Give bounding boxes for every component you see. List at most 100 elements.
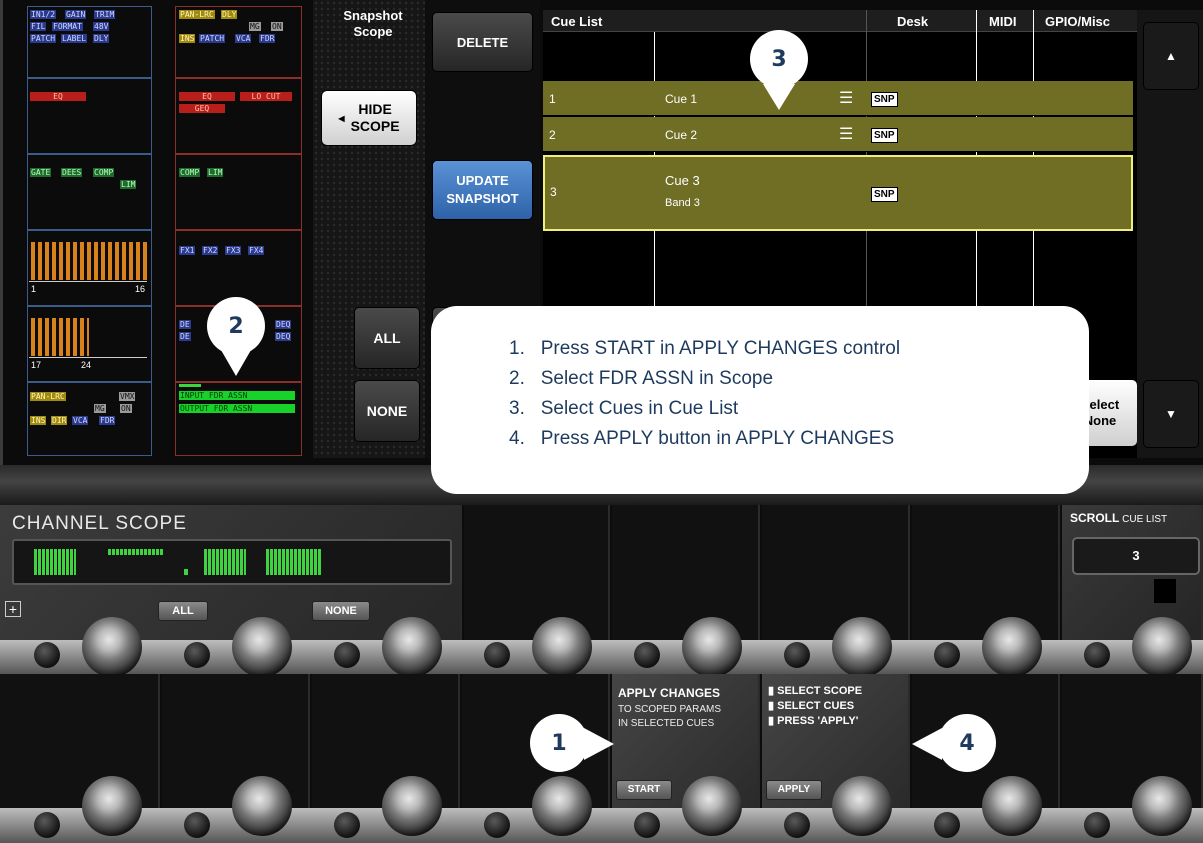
scope-tag-geq[interactable]: GEQ	[179, 104, 225, 113]
lower-knob-3[interactable]	[382, 776, 442, 836]
encoder-knob-3[interactable]	[382, 617, 442, 677]
scope-tag-deq-c[interactable]: DEQ	[275, 320, 292, 329]
scope-tag-locut[interactable]: LO CUT	[240, 92, 292, 101]
gpio-header: GPIO/Misc	[1045, 14, 1111, 29]
scope-tag-gain[interactable]: GAIN	[65, 10, 87, 19]
scope-tag-vca[interactable]: VCA	[235, 34, 252, 43]
scope-tag-patch2[interactable]: PATCH	[199, 34, 226, 43]
scope-tag-fil[interactable]: FIL	[30, 22, 47, 31]
apply-changes-line3: IN SELECTED CUES	[618, 718, 715, 729]
aux-bus-meters-17-24[interactable]	[31, 318, 89, 356]
scope-tag-dly2[interactable]: DLY	[221, 10, 238, 19]
aux-bus-meters[interactable]	[31, 242, 147, 280]
lower-button-4[interactable]	[484, 812, 510, 838]
encoder-button-2[interactable]	[184, 642, 210, 668]
scope-tag-deq-b[interactable]: DE	[179, 332, 191, 341]
scope-tag-input-fdr-assn[interactable]: INPUT FDR ASSN	[179, 391, 295, 400]
channel-scope-all-button[interactable]: ALL	[158, 601, 208, 621]
encoder-knob-4[interactable]	[532, 617, 592, 677]
encoder-button-6[interactable]	[784, 642, 810, 668]
instruction-step-2: 2. Select FDR ASSN in Scope	[509, 368, 774, 389]
scope-tag-mg2[interactable]: MG	[94, 404, 106, 413]
scope-none-button[interactable]: NONE	[354, 380, 420, 442]
scope-tag-vmx[interactable]: VMX	[119, 392, 136, 401]
encoder-knob-1[interactable]	[82, 617, 142, 677]
encoder-button-4[interactable]	[484, 642, 510, 668]
scope-tag-fx1[interactable]: FX1	[179, 246, 196, 255]
encoder-knob-2[interactable]	[232, 617, 292, 677]
hide-scope-button[interactable]: ◀ HIDE SCOPE	[321, 90, 417, 146]
lower-button-8[interactable]	[1084, 812, 1110, 838]
lower-button-7[interactable]	[934, 812, 960, 838]
scope-tag-fx4[interactable]: FX4	[248, 246, 265, 255]
lower-knob-5[interactable]	[682, 776, 742, 836]
delete-button[interactable]: DELETE	[432, 12, 533, 72]
encoder-knob-5[interactable]	[682, 617, 742, 677]
channel-scope-none-button[interactable]: NONE	[312, 601, 370, 621]
encoder-button-8[interactable]	[1084, 642, 1110, 668]
lower-knob-2[interactable]	[232, 776, 292, 836]
scope-tag-deq-d[interactable]: DEQ	[275, 332, 292, 341]
encoder-button-1[interactable]	[34, 642, 60, 668]
scope-tag-ins2[interactable]: INS	[30, 416, 47, 425]
scope-all-button[interactable]: ALL	[354, 307, 420, 369]
update-snapshot-button[interactable]: UPDATE SNAPSHOT	[432, 160, 533, 220]
scope-tag-in12[interactable]: IN1/2	[30, 10, 57, 19]
scope-tag-on[interactable]: ON	[271, 22, 283, 31]
snp-badge: SNP	[871, 128, 898, 143]
scope-tag-comp2[interactable]: COMP	[179, 168, 201, 177]
scope-tag-ins[interactable]: INS	[179, 34, 196, 43]
scope-tag-fdr2[interactable]: FDR	[99, 416, 116, 425]
scope-tag-comp[interactable]: COMP	[93, 168, 115, 177]
lower-knob-6[interactable]	[832, 776, 892, 836]
encoder-knob-6[interactable]	[832, 617, 892, 677]
encoder-knob-7[interactable]	[982, 617, 1042, 677]
start-button[interactable]: START	[616, 780, 672, 800]
scope-panel: IN1/2 GAIN TRIM FIL FORMAT 48V PATCH LAB…	[27, 6, 305, 458]
scope-tag-eq[interactable]: EQ	[30, 92, 86, 101]
scroll-up-button[interactable]: ▲	[1143, 22, 1199, 90]
scope-tag-deq-a[interactable]: DE	[179, 320, 191, 329]
scope-tag-48v[interactable]: 48V	[93, 22, 110, 31]
lower-button-3[interactable]	[334, 812, 360, 838]
scope-tag-fx3[interactable]: FX3	[225, 246, 242, 255]
scope-tag-pan-lrc2[interactable]: PAN-LRC	[30, 392, 66, 401]
scroll-down-button[interactable]: ▼	[1143, 380, 1199, 448]
top-screen: IN1/2 GAIN TRIM FIL FORMAT 48V PATCH LAB…	[0, 0, 1203, 494]
lower-button-2[interactable]	[184, 812, 210, 838]
scope-tag-label[interactable]: LABEL	[61, 34, 88, 43]
lower-button-1[interactable]	[34, 812, 60, 838]
scope-tag-mg[interactable]: MG	[249, 22, 261, 31]
scope-tag-dly[interactable]: DLY	[93, 34, 110, 43]
plus-icon[interactable]: +	[5, 601, 21, 617]
lower-button-6[interactable]	[784, 812, 810, 838]
scope-tag-pan-lrc[interactable]: PAN-LRC	[179, 10, 215, 19]
lower-knob-1[interactable]	[82, 776, 142, 836]
scope-tag-trim[interactable]: TRIM	[94, 10, 116, 19]
scope-tag-format[interactable]: FORMAT	[52, 22, 83, 31]
scope-tag-lim2[interactable]: LIM	[207, 168, 224, 177]
cue-row-2[interactable]: 2 Cue 2 ☰ SNP	[543, 117, 1133, 152]
encoder-button-7[interactable]	[934, 642, 960, 668]
scope-tag-gate[interactable]: GATE	[30, 168, 52, 177]
scope-tag-dees[interactable]: DEES	[61, 168, 83, 177]
scope-tag-vca2[interactable]: VCA	[72, 416, 89, 425]
scope-tag-fx2[interactable]: FX2	[202, 246, 219, 255]
scope-tag-fdr[interactable]: FDR	[259, 34, 276, 43]
scope-tag-on2[interactable]: ON	[120, 404, 132, 413]
lower-knob-7[interactable]	[982, 776, 1042, 836]
scope-tag-patch[interactable]: PATCH	[30, 34, 57, 43]
encoder-button-5[interactable]	[634, 642, 660, 668]
cue-row-3[interactable]: 3 Cue 3 Band 3 SNP	[543, 155, 1133, 231]
lower-knob-4[interactable]	[532, 776, 592, 836]
apply-button[interactable]: APPLY	[766, 780, 822, 800]
scope-tag-output-fdr-assn[interactable]: OUTPUT FDR ASSN	[179, 404, 295, 413]
scope-tag-dir[interactable]: DIR	[51, 416, 68, 425]
cue-row-1[interactable]: 1 Cue 1 ☰ SNP	[543, 81, 1133, 116]
lower-knob-8[interactable]	[1132, 776, 1192, 836]
lower-button-5[interactable]	[634, 812, 660, 838]
scope-tag-eq2[interactable]: EQ	[179, 92, 235, 101]
encoder-button-3[interactable]	[334, 642, 360, 668]
encoder-knob-8[interactable]	[1132, 617, 1192, 677]
scope-tag-lim[interactable]: LIM	[120, 180, 137, 189]
